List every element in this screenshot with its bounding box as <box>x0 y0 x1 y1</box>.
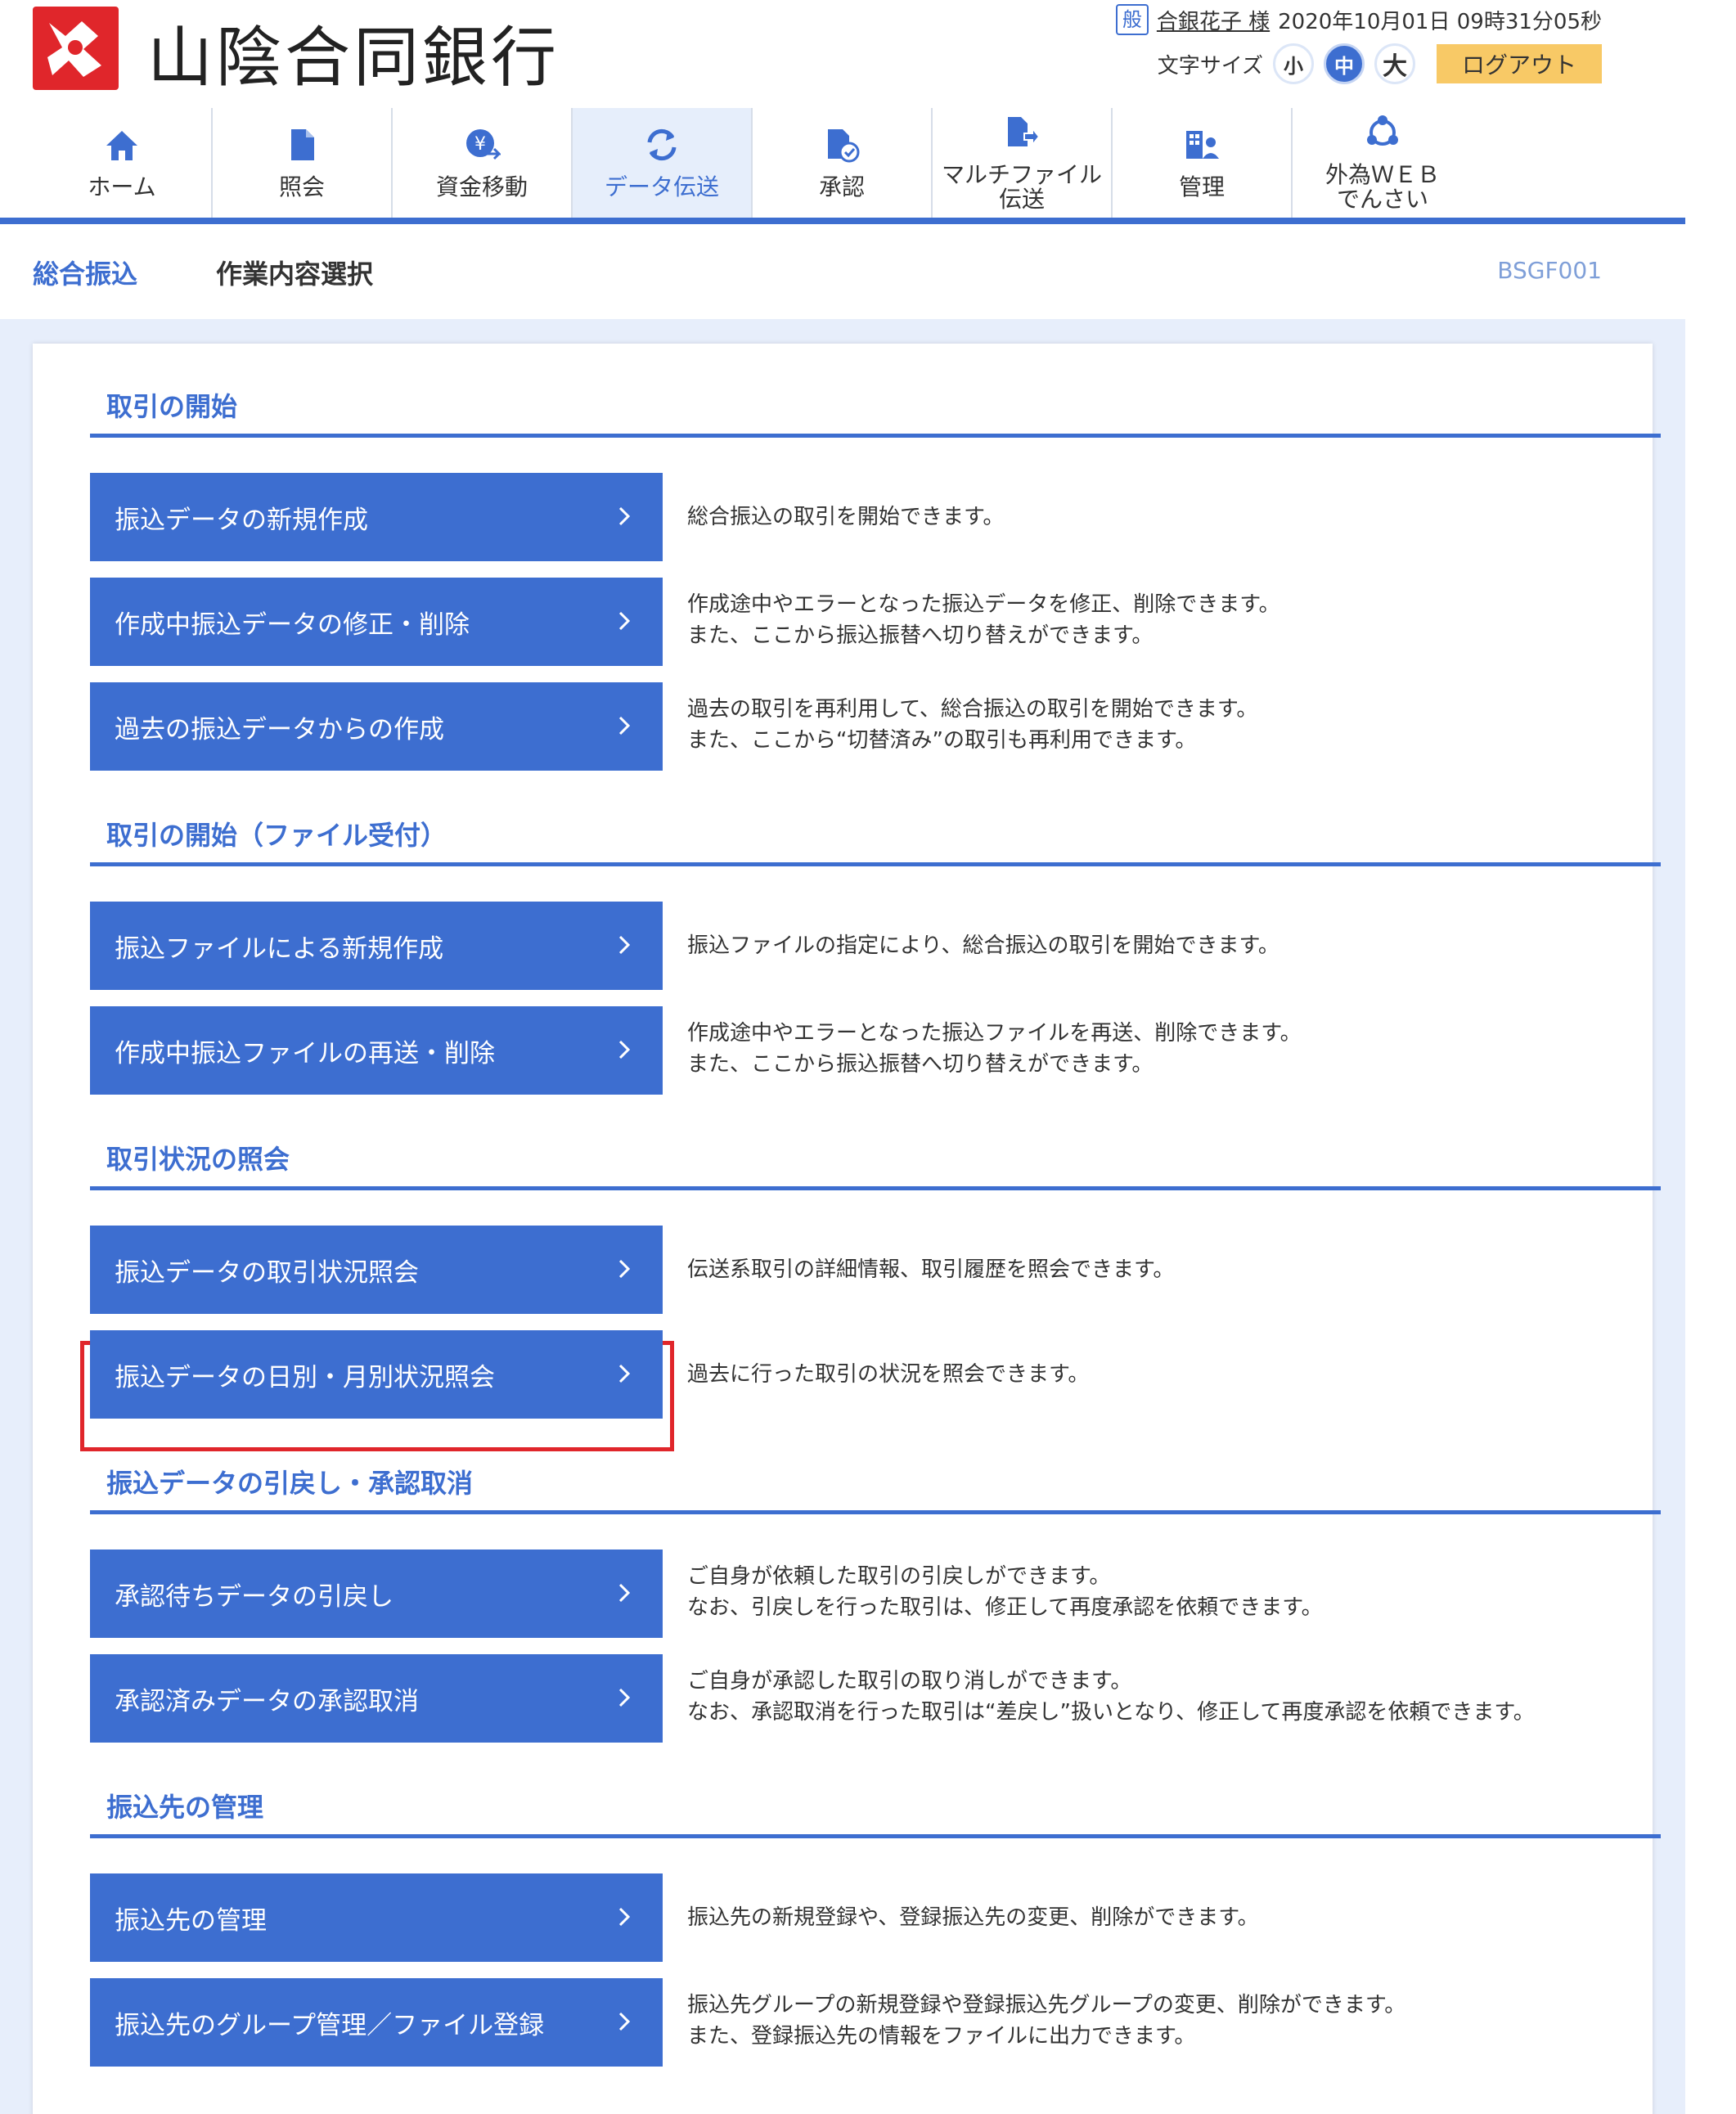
section-title: 振込先の管理 <box>106 1792 264 1823</box>
action-button-resend-draft-file[interactable]: 作成中振込ファイルの再送・削除 <box>90 1006 663 1095</box>
font-size-label: 文字サイズ <box>1157 53 1263 79</box>
scroll-gutter <box>1685 0 1736 2114</box>
action-description: 作成途中やエラーとなった振込ファイルを再送、削除できます。 また、ここから振込振… <box>687 1021 1302 1077</box>
section-title: 取引状況の照会 <box>106 1144 290 1175</box>
refresh-icon <box>643 126 681 164</box>
action-description: 過去の取引を再利用して、総合振込の取引を開始できます。 また、ここから“切替済み… <box>687 697 1258 753</box>
section-divider <box>90 1186 1661 1190</box>
svg-text:¥: ¥ <box>474 134 486 155</box>
action-button-create-from-past[interactable]: 過去の振込データからの作成 <box>90 682 663 771</box>
chevron-right-icon <box>612 933 636 957</box>
action-button-new-transfer-data[interactable]: 振込データの新規作成 <box>90 473 663 561</box>
section-title: 取引の開始（ファイル受付） <box>106 820 447 851</box>
action-description: 振込ファイルの指定により、総合振込の取引を開始できます。 <box>687 933 1280 958</box>
chevron-right-icon <box>612 1037 636 1062</box>
page: 山陰合同銀行 般 合銀花子 様 2020年10月01日 09時31分05秒 文字… <box>0 0 1736 2114</box>
action-button-daily-monthly-status[interactable]: 振込データの日別・月別状況照会 <box>90 1330 663 1419</box>
font-size-controls: 文字サイズ 小 中 大 ログアウト <box>1158 41 1602 87</box>
font-size-small-button[interactable]: 小 <box>1273 43 1314 84</box>
chevron-right-icon <box>612 713 636 738</box>
action-button-payee-management[interactable]: 振込先の管理 <box>90 1873 663 1962</box>
section-divider <box>90 1510 1661 1514</box>
approve-icon <box>823 126 861 164</box>
nav-underline <box>0 218 1685 224</box>
chevron-right-icon <box>612 1581 636 1605</box>
action-description: ご自身が依頼した取引の引戻しができます。 なお、引戻しを行った取引は、修正して再… <box>687 1564 1323 1620</box>
action-description: 振込先の新規登録や、登録振込先の変更、削除ができます。 <box>687 1905 1259 1930</box>
page-title: 作業内容選択 <box>216 259 374 290</box>
chevron-right-icon <box>612 504 636 528</box>
action-button-withdraw-pending[interactable]: 承認待ちデータの引戻し <box>90 1550 663 1638</box>
home-icon <box>103 126 141 164</box>
action-description: 振込先グループの新規登録や登録振込先グループの変更、削除ができます。 また、登録… <box>687 1993 1406 2049</box>
bank-logo-icon <box>33 7 119 90</box>
nav-item-inquiry[interactable]: 照会 <box>213 108 393 218</box>
section-title: 振込データの引戻し・承認取消 <box>106 1468 474 1499</box>
manage-icon <box>1183 126 1221 164</box>
action-button-edit-draft-data[interactable]: 作成中振込データの修正・削除 <box>90 578 663 666</box>
action-description: 過去に行った取引の状況を照会できます。 <box>687 1362 1090 1387</box>
font-size-large-button[interactable]: 大 <box>1374 43 1415 84</box>
network-icon <box>1364 114 1401 151</box>
chevron-right-icon <box>612 1905 636 1929</box>
header: 山陰合同銀行 般 合銀花子 様 2020年10月01日 09時31分05秒 文字… <box>0 0 1685 319</box>
action-button-cancel-approval[interactable]: 承認済みデータの承認取消 <box>90 1654 663 1743</box>
section-divider <box>90 862 1661 866</box>
section-title: 取引の開始 <box>106 391 238 422</box>
logout-button[interactable]: ログアウト <box>1437 44 1602 83</box>
chevron-right-icon <box>612 609 636 633</box>
main-nav: ホーム 照会 ¥ 資金移動 データ伝送 承認 マルチファイル 伝送 管理 外為Ｗ… <box>33 108 1473 218</box>
action-description: ご自身が承認した取引の取り消しができます。 なお、承認取消を行った取引は“差戻し… <box>687 1669 1535 1725</box>
chevron-right-icon <box>612 1361 636 1386</box>
menu-card: 取引の開始 振込データの新規作成 総合振込の取引を開始できます。 作成中振込デー… <box>33 344 1661 2114</box>
action-button-payee-group-file[interactable]: 振込先のグループ管理／ファイル登録 <box>90 1978 663 2067</box>
action-button-new-from-file[interactable]: 振込ファイルによる新規作成 <box>90 902 663 990</box>
chevron-right-icon <box>612 1257 636 1281</box>
nav-item-approval[interactable]: 承認 <box>753 108 933 218</box>
section-divider <box>90 434 1661 438</box>
action-description: 作成途中やエラーとなった振込データを修正、削除できます。 また、ここから振込振替… <box>687 592 1280 648</box>
screen-id: BSGF001 <box>1497 257 1602 284</box>
nav-item-management[interactable]: 管理 <box>1113 108 1293 218</box>
nav-item-forex-densai[interactable]: 外為ＷＥＢ でんさい <box>1293 108 1473 218</box>
multi-file-icon <box>1003 114 1041 151</box>
chevron-right-icon <box>612 2009 636 2034</box>
action-description: 総合振込の取引を開始できます。 <box>687 505 1005 529</box>
document-icon <box>283 126 321 164</box>
nav-item-home[interactable]: ホーム <box>33 108 213 218</box>
user-name-link[interactable]: 合銀花子 様 <box>1157 5 1270 35</box>
action-description: 伝送系取引の詳細情報、取引履歴を照会できます。 <box>687 1257 1175 1282</box>
user-info: 般 合銀花子 様 2020年10月01日 09時31分05秒 <box>1115 4 1602 35</box>
font-size-medium-button[interactable]: 中 <box>1324 43 1365 84</box>
breadcrumb: 総合振込 <box>33 259 138 290</box>
bank-name: 山陰合同銀行 <box>147 20 560 96</box>
chevron-right-icon <box>612 1685 636 1710</box>
nav-item-multi-file[interactable]: マルチファイル 伝送 <box>933 108 1113 218</box>
yen-transfer-icon: ¥ <box>463 126 501 164</box>
nav-item-data-transmission[interactable]: データ伝送 <box>573 108 753 218</box>
action-button-transaction-status[interactable]: 振込データの取引状況照会 <box>90 1226 663 1314</box>
user-type-badge: 般 <box>1115 4 1149 35</box>
login-datetime: 2020年10月01日 09時31分05秒 <box>1278 9 1602 34</box>
section-divider <box>90 1834 1661 1838</box>
nav-item-fund-transfer[interactable]: ¥ 資金移動 <box>393 108 573 218</box>
